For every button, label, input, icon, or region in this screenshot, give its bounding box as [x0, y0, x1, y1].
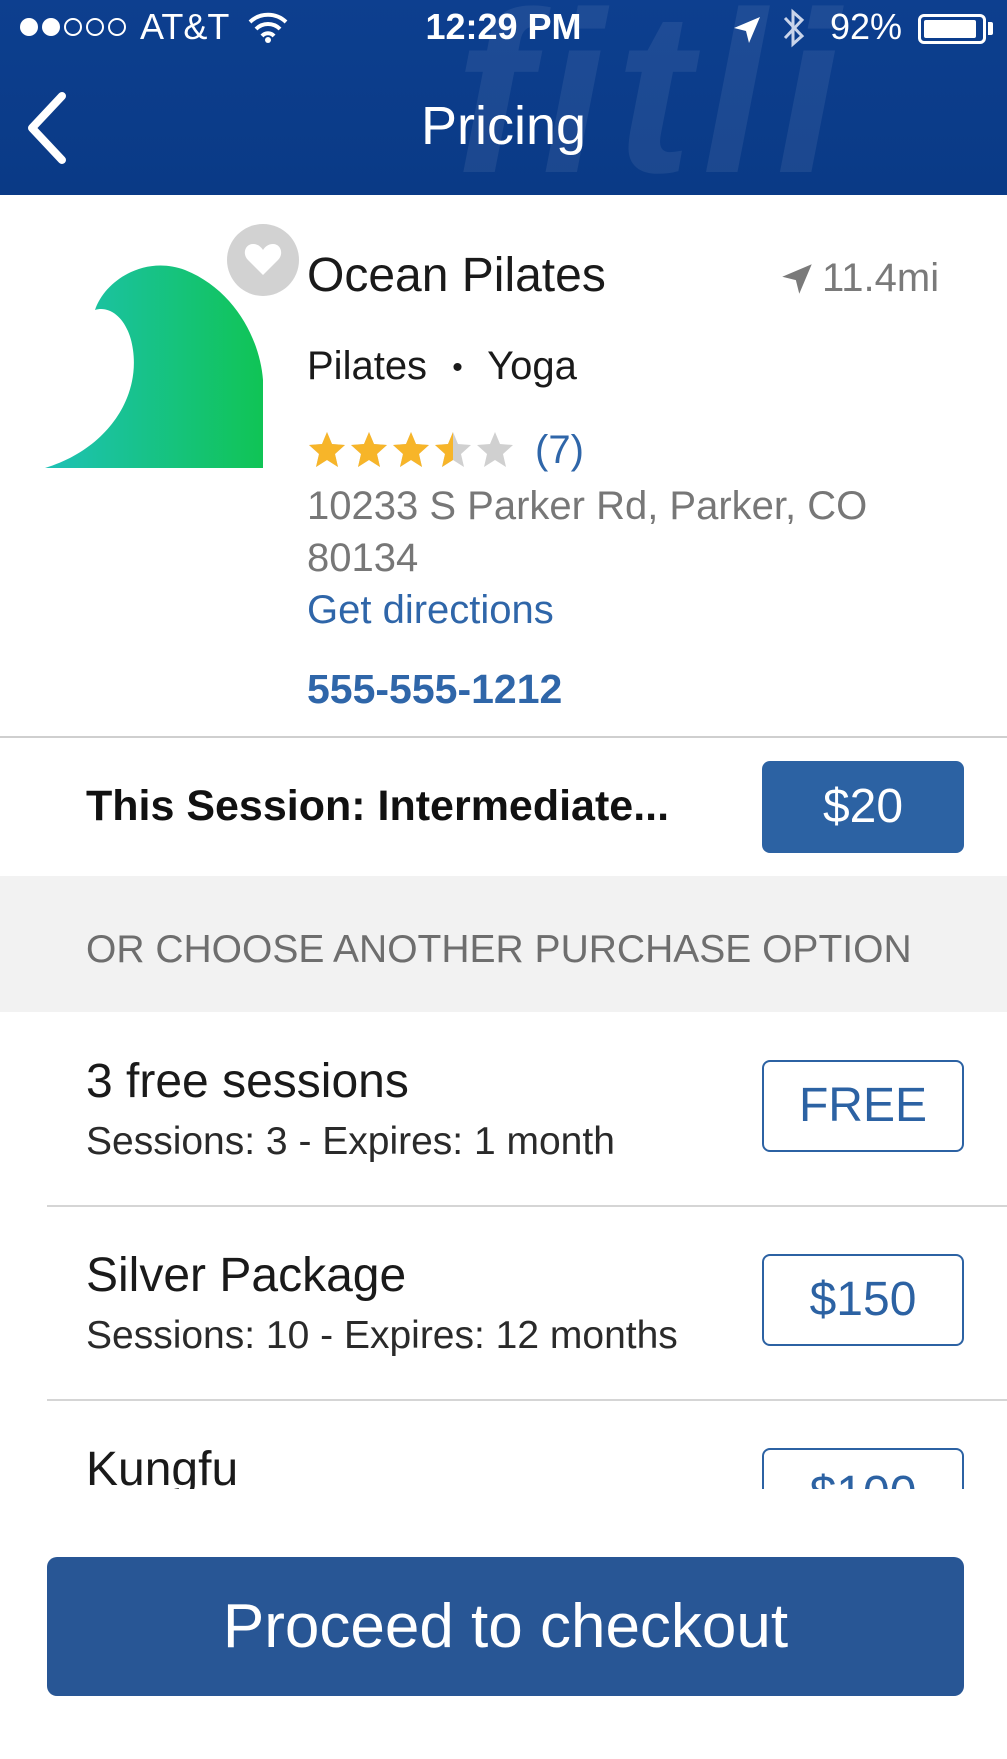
heart-icon — [244, 244, 282, 275]
distance: 11.4mi — [780, 256, 939, 301]
proceed-to-checkout-button[interactable]: Proceed to checkout — [47, 1557, 964, 1696]
star-icon — [477, 432, 513, 467]
package-name: Kungfu — [86, 1443, 239, 1489]
studio-address: 10233 S Parker Rd, Parker, CO 80134 — [307, 480, 927, 584]
session-label: This Session: Intermediate... — [86, 782, 670, 830]
category-tag: Yoga — [487, 344, 577, 388]
review-count[interactable]: (7) — [535, 428, 584, 473]
phone-link[interactable]: 555-555-1212 — [307, 666, 562, 713]
star-icon — [393, 432, 429, 467]
session-price-button[interactable]: $20 — [762, 761, 964, 853]
package-name: Silver Package — [86, 1249, 407, 1302]
battery-level — [924, 20, 976, 38]
location-arrow-icon — [782, 263, 812, 294]
battery-percentage: 92% — [830, 6, 903, 47]
package-item[interactable]: Kungfu $100 — [0, 1400, 1007, 1489]
category-list: Pilates • Yoga — [307, 344, 577, 389]
package-item[interactable]: Silver Package Sessions: 10 - Expires: 1… — [0, 1206, 1007, 1400]
bluetooth-icon — [780, 6, 808, 59]
battery-tip — [988, 22, 993, 35]
category-tag: Pilates — [307, 344, 428, 388]
navigation-bar: fitli AT&T 12:29 PM 92% Pricing — [0, 0, 1007, 195]
package-detail: Sessions: 3 - Expires: 1 month — [86, 1120, 615, 1163]
location-arrow-icon — [732, 12, 762, 54]
distance-value: 11.4mi — [822, 256, 940, 300]
package-item[interactable]: 3 free sessions Sessions: 3 - Expires: 1… — [0, 1012, 1007, 1206]
package-price-button[interactable]: $100 — [762, 1448, 964, 1489]
package-list[interactable]: 3 free sessions Sessions: 3 - Expires: 1… — [0, 1012, 1007, 1489]
star-rating — [307, 430, 515, 470]
options-header: OR CHOOSE ANOTHER PURCHASE OPTION — [86, 928, 912, 971]
divider — [0, 736, 1007, 738]
status-bar: AT&T 12:29 PM 92% — [0, 0, 1007, 60]
package-price-button[interactable]: $150 — [762, 1254, 964, 1346]
package-price-button[interactable]: FREE — [762, 1060, 964, 1152]
address-line: 10233 S Parker Rd, Parker, CO — [307, 484, 868, 528]
studio-name: Ocean Pilates — [307, 249, 606, 302]
star-icon — [435, 432, 471, 467]
star-icon — [351, 432, 387, 467]
star-icon — [309, 432, 345, 467]
package-detail: Sessions: 10 - Expires: 12 months — [86, 1314, 678, 1357]
options-header-section: OR CHOOSE ANOTHER PURCHASE OPTION — [0, 876, 1007, 1012]
package-name: 3 free sessions — [86, 1055, 409, 1108]
studio-logo — [45, 250, 265, 475]
category-separator: • — [452, 351, 463, 385]
page-title: Pricing — [420, 96, 587, 156]
favorite-button[interactable] — [227, 224, 299, 296]
get-directions-link[interactable]: Get directions — [307, 588, 554, 633]
address-line: 80134 — [307, 536, 419, 580]
battery-icon — [918, 14, 986, 44]
